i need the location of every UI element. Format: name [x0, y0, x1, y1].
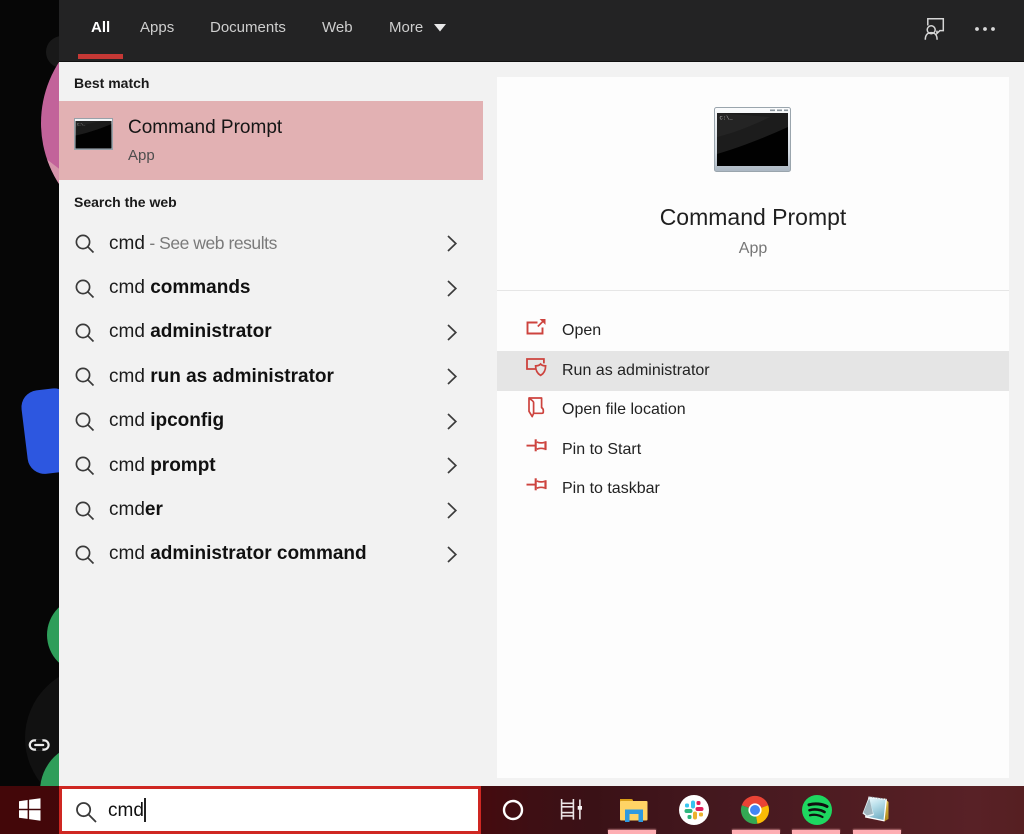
svg-text:C:\_: C:\_ [77, 122, 86, 127]
svg-text:C:\_: C:\_ [720, 115, 734, 122]
